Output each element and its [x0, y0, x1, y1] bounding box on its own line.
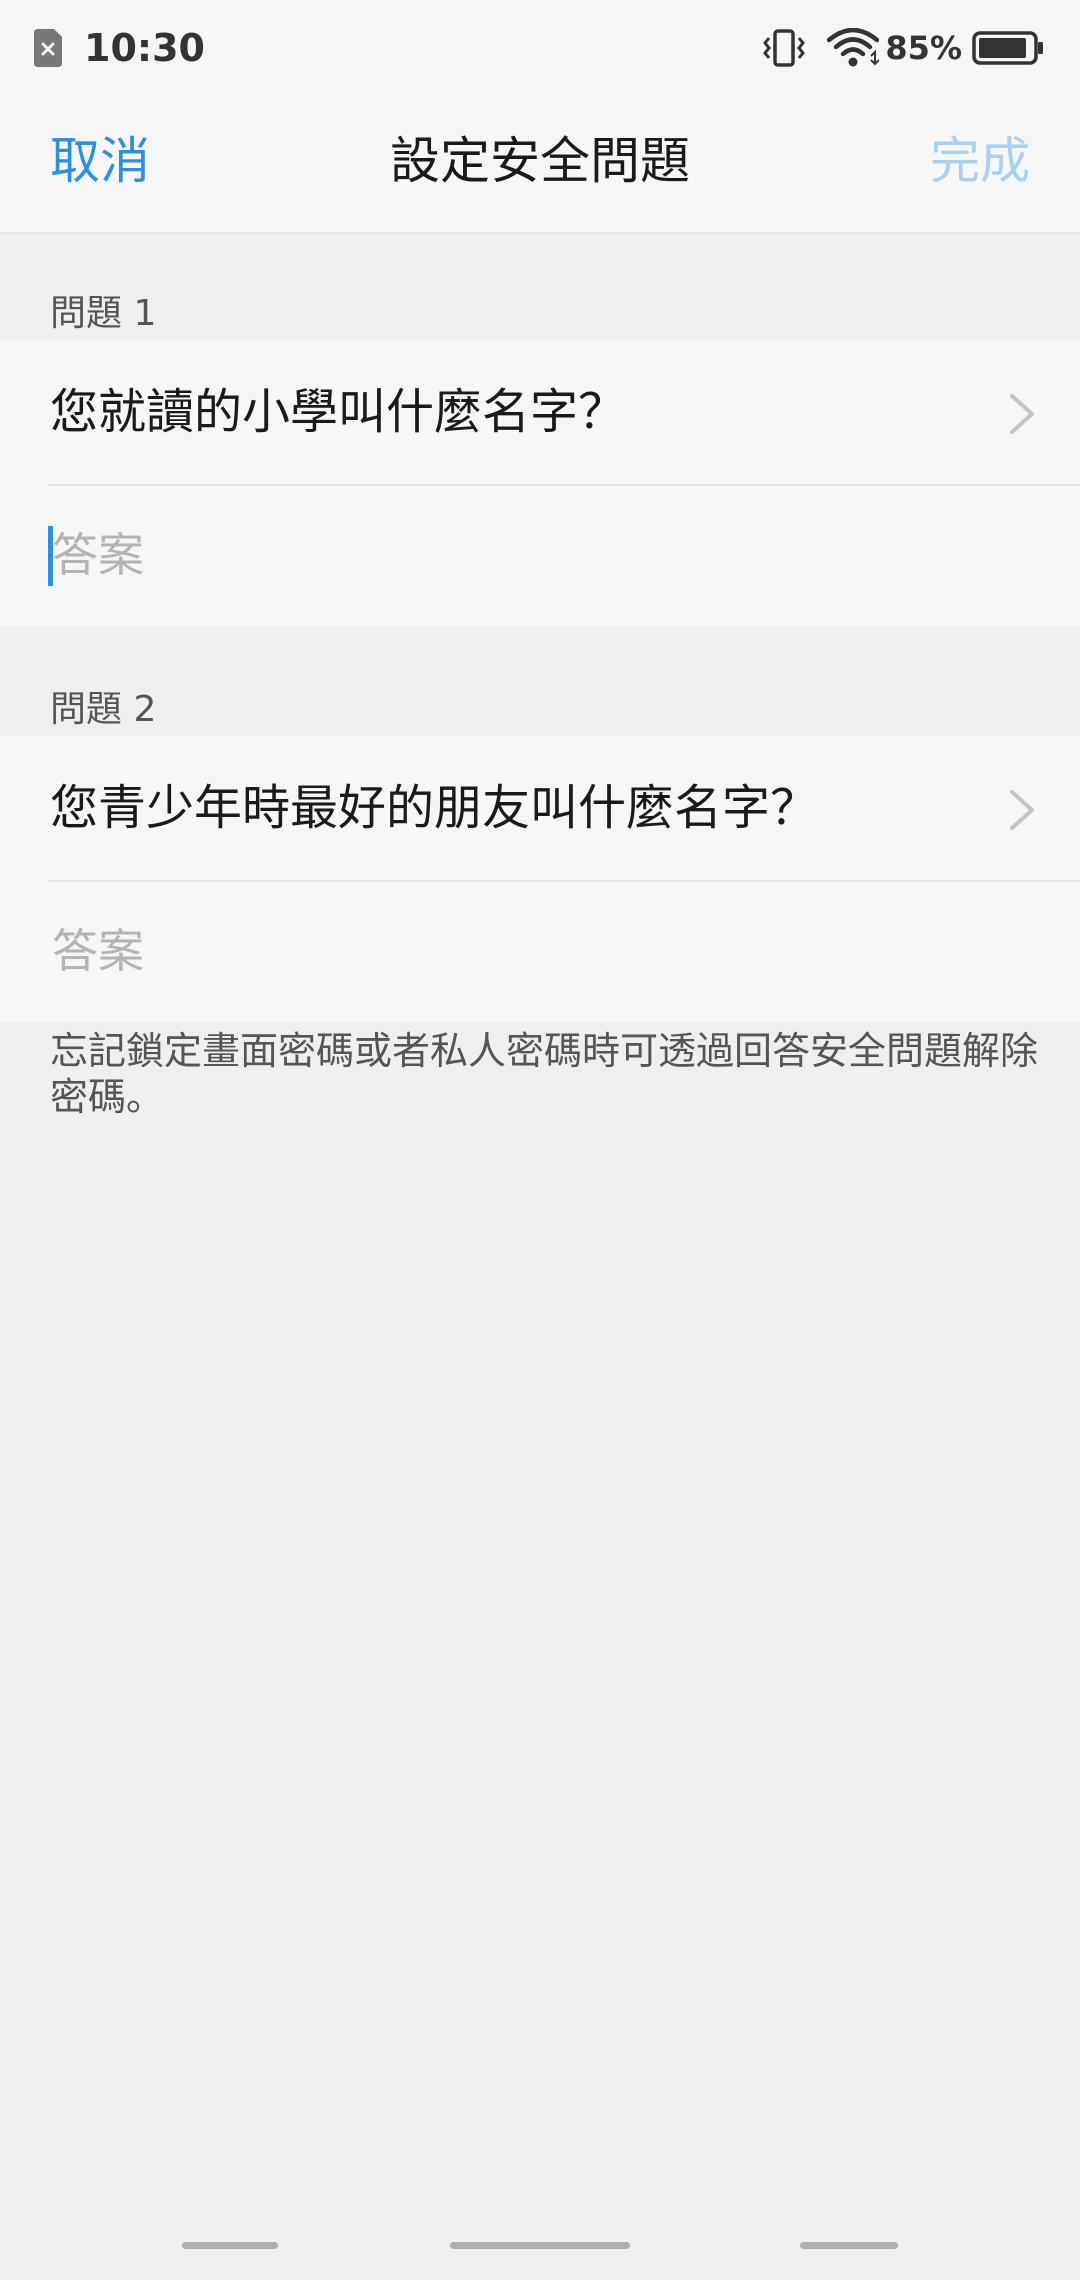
nav-recents-handle[interactable]	[800, 2242, 898, 2249]
question-1-text: 您就讀的小學叫什麼名字？	[50, 384, 627, 440]
title-bar: 取消 設定安全問題 完成	[0, 96, 1080, 234]
answer-2-row	[0, 880, 1080, 1022]
vibrate-icon	[763, 29, 806, 67]
text-cursor	[48, 526, 53, 586]
question-2-text: 您青少年時最好的朋友叫什麼名字？	[50, 780, 819, 836]
nav-back-handle[interactable]	[182, 2242, 278, 2249]
question-1-selector[interactable]: 您就讀的小學叫什麼名字？	[0, 340, 1080, 484]
status-bar-right: 85%	[761, 22, 1044, 74]
question-2-selector[interactable]: 您青少年時最好的朋友叫什麼名字？	[0, 736, 1080, 880]
page-title: 設定安全問題	[390, 132, 690, 190]
status-bar-left: 10:30	[34, 22, 205, 74]
chevron-right-icon	[1010, 790, 1034, 830]
done-button[interactable]: 完成	[930, 126, 1030, 196]
question-1-label: 問題 1	[50, 293, 157, 334]
answer-1-row	[0, 484, 1080, 626]
security-question-hint: 忘記鎖定畫面密碼或者私人密碼時可透過回答安全問題解除密碼。	[50, 1029, 1039, 1119]
nav-home-handle[interactable]	[450, 2242, 630, 2249]
battery-icon	[972, 31, 1043, 65]
battery-percentage: 85%	[885, 29, 962, 67]
question-2-label: 問題 2	[50, 689, 157, 730]
status-bar: 10:30 85%	[0, 0, 1080, 96]
chevron-right-icon	[1010, 394, 1034, 434]
sim-error-icon	[34, 29, 62, 67]
answer-1-input[interactable]	[48, 484, 1012, 626]
wifi-icon	[827, 28, 880, 67]
navigation-bar	[0, 2210, 1080, 2280]
question-2-group: 您青少年時最好的朋友叫什麼名字？	[0, 736, 1080, 1022]
answer-2-input[interactable]	[48, 880, 1012, 1022]
status-time: 10:30	[84, 26, 205, 70]
question-1-group: 您就讀的小學叫什麼名字？	[0, 340, 1080, 626]
